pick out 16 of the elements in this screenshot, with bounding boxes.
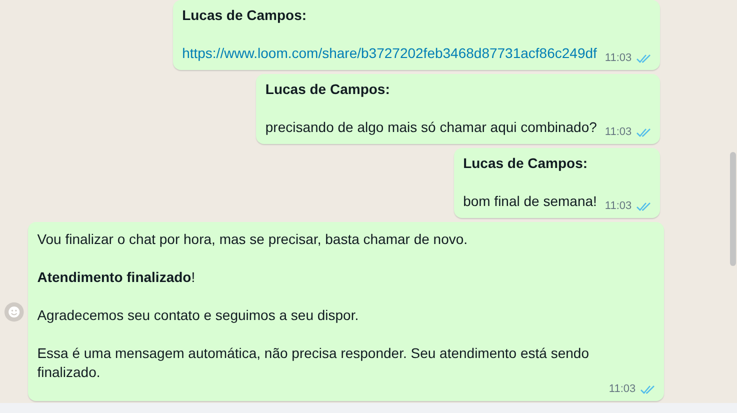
message-time: 11:03 xyxy=(604,51,632,66)
message-text: Atendimento finalizado! xyxy=(37,268,196,287)
message-time: 11:03 xyxy=(604,199,632,214)
message-text: Vou finalizar o chat por hora, mas se precisar, basta chamar de novo. xyxy=(37,230,469,249)
emoji-icon[interactable] xyxy=(4,300,24,322)
message-text: precisando de algo mais só chamar aqui combinado? xyxy=(265,118,597,137)
sender-name: Lucas de Campos: xyxy=(463,154,589,173)
message-text: Essa é uma mensagem automática, não precisa responder. Seu atendimento está sendo finalizado. xyxy=(37,344,590,382)
sender-name: Lucas de Campos: xyxy=(265,80,391,99)
message-time: 11:03 xyxy=(608,382,636,397)
message-text: Agradecemos seu contato e seguimos a seu dispor. xyxy=(37,306,360,325)
sender-name: Lucas de Campos: xyxy=(182,6,308,25)
message-text: bom final de semana! xyxy=(463,192,597,211)
scrollbar-thumb[interactable] xyxy=(730,152,736,266)
message-link[interactable]: https://www.loom.com/share/b3727202feb3468d87731acf86c249df xyxy=(182,45,597,61)
message-time: 11:03 xyxy=(604,125,632,140)
